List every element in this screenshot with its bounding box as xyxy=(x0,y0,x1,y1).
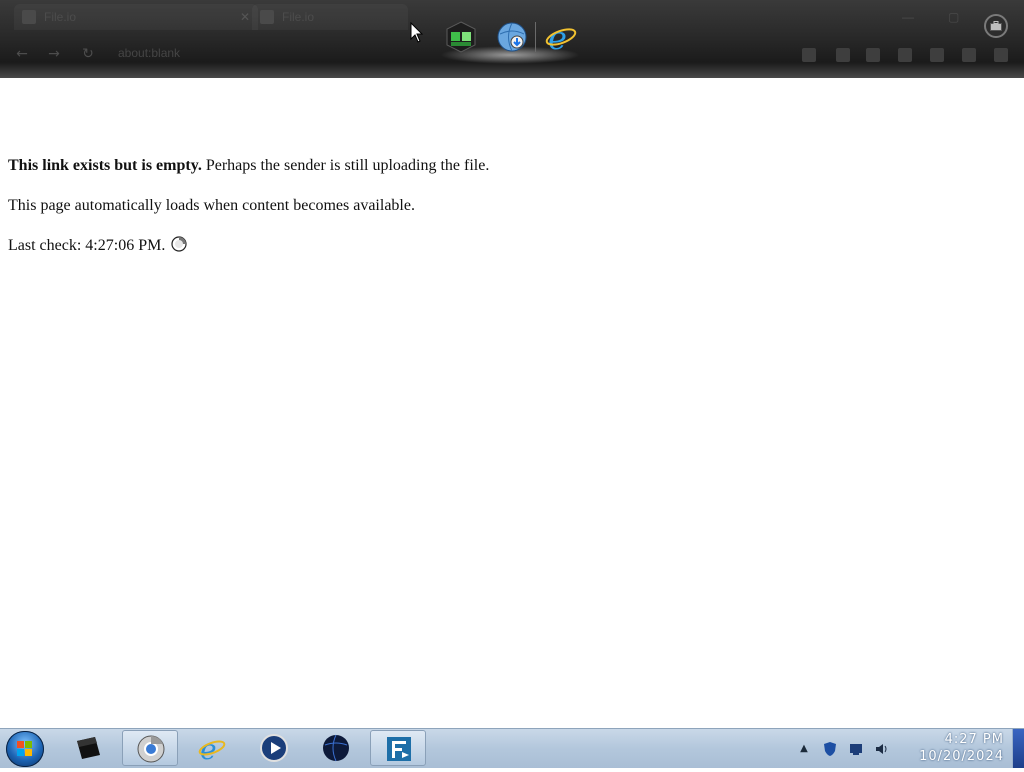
dock-separator xyxy=(535,22,536,52)
status-detail: Perhaps the sender is still uploading th… xyxy=(201,157,490,174)
download-icon[interactable] xyxy=(898,48,912,62)
tab-1[interactable]: File.io ✕ xyxy=(14,4,258,30)
mouse-cursor-icon xyxy=(410,22,424,43)
globe-icon xyxy=(323,734,349,762)
taskbar-clock[interactable]: 4:27 PM 10/20/2024 xyxy=(890,731,1012,767)
page-content: This link exists but is empty. Perhaps t… xyxy=(8,154,1008,258)
last-check-text: Last check: 4:27:06 PM. xyxy=(8,237,166,254)
tab-1-label: File.io xyxy=(44,10,77,24)
taskbar-app-filezilla[interactable] xyxy=(370,730,426,766)
show-desktop-button[interactable] xyxy=(1012,729,1024,768)
extensions-icon[interactable] xyxy=(930,48,944,62)
briefcase-icon[interactable] xyxy=(984,14,1008,38)
status-message: This link exists but is empty. Perhaps t… xyxy=(8,154,1008,178)
taskbar: e ▲ 4:27 PM 10/20/2024 xyxy=(0,728,1024,768)
clock-date: 10/20/2024 xyxy=(919,749,1004,764)
forward-button[interactable]: → xyxy=(44,46,64,62)
auto-load-note: This page automatically loads when conte… xyxy=(8,197,415,214)
taskbar-app-globe[interactable] xyxy=(308,730,364,766)
internet-explorer-icon: e xyxy=(198,733,226,763)
svg-text:e: e xyxy=(548,20,567,54)
security-shield-icon[interactable] xyxy=(822,741,838,757)
address-bar[interactable]: about:blank xyxy=(118,46,208,62)
menu-icon[interactable] xyxy=(994,48,1008,62)
media-player-icon xyxy=(260,734,288,762)
back-button[interactable]: ← xyxy=(12,46,32,62)
taskbar-app-media-player[interactable] xyxy=(246,730,302,766)
internet-explorer-icon[interactable]: e xyxy=(544,20,578,54)
maximize-button[interactable]: ▢ xyxy=(948,10,959,24)
terminal-icon xyxy=(77,737,100,759)
windows-logo-icon xyxy=(17,741,32,756)
taskbar-app-terminal[interactable] xyxy=(60,730,116,766)
network-icon[interactable] xyxy=(848,741,864,757)
chrome-icon xyxy=(137,735,165,763)
bookmark-icon[interactable] xyxy=(802,48,816,62)
taskbar-app-ie[interactable]: e xyxy=(184,730,240,766)
clock-time: 4:27 PM xyxy=(944,732,1004,747)
start-button[interactable] xyxy=(6,731,44,767)
shield-icon[interactable] xyxy=(836,48,850,62)
tab-2[interactable]: File.io xyxy=(252,4,408,30)
app-dock: e xyxy=(440,14,580,64)
favicon-icon xyxy=(22,10,36,24)
system-tray: ▲ xyxy=(796,737,890,761)
taskbar-app-chrome[interactable] xyxy=(122,730,178,766)
last-check-line: Last check: 4:27:06 PM. xyxy=(8,234,1008,258)
tray-expand-icon[interactable]: ▲ xyxy=(796,741,812,757)
browser-chrome: File.io ✕ File.io — ▢ ← → ↻ about:blank xyxy=(0,0,1024,78)
account-icon[interactable] xyxy=(866,48,880,62)
status-headline: This link exists but is empty. xyxy=(8,157,202,174)
toolbox-app-icon[interactable] xyxy=(444,20,478,54)
volume-icon[interactable] xyxy=(874,741,890,757)
favicon-icon xyxy=(260,10,274,24)
filezilla-icon xyxy=(387,737,411,761)
profile-icon[interactable] xyxy=(962,48,976,62)
globe-download-icon[interactable] xyxy=(495,20,529,54)
tab-close-icon[interactable]: ✕ xyxy=(240,10,250,24)
loading-spinner-icon xyxy=(171,236,187,252)
reload-button[interactable]: ↻ xyxy=(78,46,98,62)
minimize-button[interactable]: — xyxy=(902,10,914,24)
tab-2-label: File.io xyxy=(282,10,315,24)
